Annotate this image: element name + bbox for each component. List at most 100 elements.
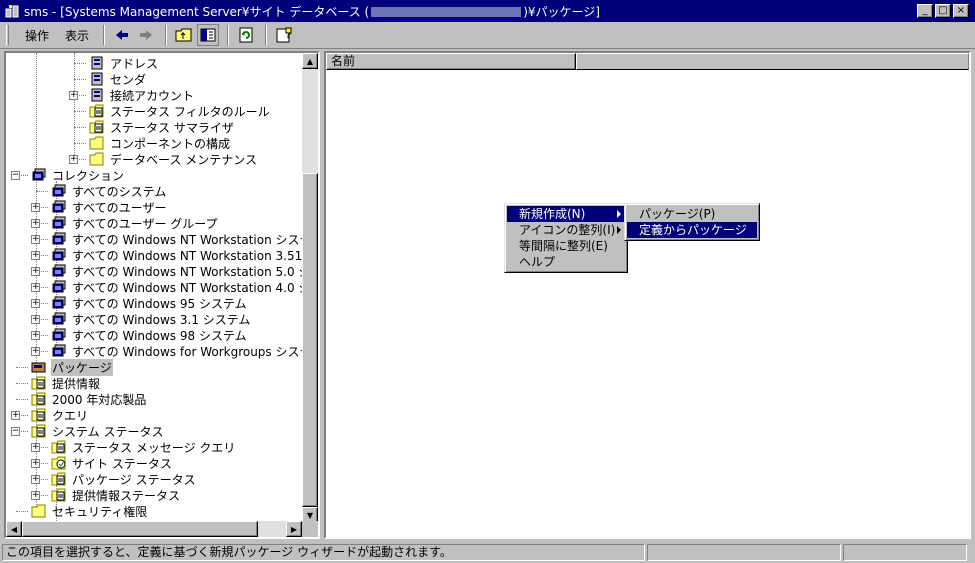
- help-icon[interactable]: ?: [273, 24, 295, 46]
- tree-item[interactable]: ステータス メッセージ クエリ: [50, 439, 236, 455]
- expand-icon[interactable]: +: [31, 315, 40, 324]
- status-query-icon: [50, 439, 68, 455]
- scroll-thumb-horizontal[interactable]: [22, 521, 258, 537]
- tree-item[interactable]: パッケージ: [30, 358, 113, 376]
- tree-item-label: すべての Windows for Workgroups システム: [72, 344, 302, 359]
- tree-item[interactable]: システム ステータス: [30, 423, 164, 439]
- status-panel-3: [843, 543, 967, 561]
- expand-icon[interactable]: +: [31, 267, 40, 276]
- status-text: この項目を選択すると、定義に基づく新規パッケージ ウィザードが起動されます。: [2, 543, 645, 561]
- tree-item-label: クエリ: [52, 408, 89, 423]
- tree-horizontal-scrollbar[interactable]: ◀ ▶: [6, 521, 302, 537]
- tree-item[interactable]: セキュリティ権限: [30, 503, 148, 519]
- tree-guide-line: [16, 367, 28, 368]
- scroll-right-button[interactable]: ▶: [286, 521, 302, 537]
- minimize-button[interactable]: _: [917, 4, 933, 18]
- expand-icon[interactable]: +: [31, 235, 40, 244]
- title-bar[interactable]: sms - [Systems Management Server¥サイト データ…: [0, 0, 975, 22]
- expand-icon[interactable]: +: [31, 283, 40, 292]
- close-button[interactable]: ×: [953, 4, 969, 18]
- tree-item[interactable]: パッケージ ステータス: [50, 471, 197, 487]
- console-tree[interactable]: アドレス センダ + 接続アカウント ステータス フィルタのルール ステータス サマライザ…: [6, 53, 302, 523]
- submenu-item-package[interactable]: パッケージ(P): [627, 206, 757, 222]
- tree-item[interactable]: ステータス フィルタのルール: [88, 103, 271, 119]
- expand-icon[interactable]: +: [31, 347, 40, 356]
- forward-arrow-icon[interactable]: [135, 24, 157, 46]
- tree-item[interactable]: すべての Windows NT Workstation 4.0 シス: [50, 279, 302, 295]
- expand-icon[interactable]: +: [69, 91, 78, 100]
- tree-item-label: セキュリティ権限: [52, 504, 148, 519]
- scroll-up-button[interactable]: ▲: [302, 53, 318, 69]
- up-folder-icon[interactable]: [173, 24, 195, 46]
- back-arrow-icon[interactable]: [111, 24, 133, 46]
- menu-item-help[interactable]: ヘルプ: [507, 254, 625, 270]
- tree-item[interactable]: サイト ステータス: [50, 455, 173, 471]
- tree-item[interactable]: すべての Windows NT Workstation システム: [50, 231, 302, 247]
- expand-icon[interactable]: +: [31, 491, 40, 500]
- tree-item[interactable]: すべての Windows for Workgroups システム: [50, 343, 302, 359]
- scroll-left-button[interactable]: ◀: [6, 521, 22, 537]
- query-icon: [30, 407, 48, 423]
- tree-item[interactable]: すべてのシステム: [50, 183, 167, 199]
- tree-item[interactable]: すべての Windows NT Workstation 3.51 シ: [50, 247, 302, 263]
- menu-item-arrange-icons[interactable]: アイコンの整列(I): [507, 222, 625, 238]
- sender-icon: [88, 71, 106, 87]
- tree-guide-line: [74, 127, 86, 128]
- tree-item[interactable]: すべてのユーザー グループ: [50, 215, 219, 231]
- tree-item[interactable]: すべての Windows 95 システム: [50, 295, 248, 311]
- tree-item[interactable]: すべてのユーザー: [50, 199, 167, 215]
- expand-icon[interactable]: +: [31, 443, 40, 452]
- submenu-arrow-icon: [617, 226, 621, 234]
- tree-item[interactable]: 接続アカウント: [88, 87, 195, 103]
- tree-item[interactable]: アドレス: [88, 55, 159, 71]
- refresh-icon[interactable]: [235, 24, 257, 46]
- site-status-icon: [50, 455, 68, 471]
- tree-item[interactable]: コンポーネントの構成: [88, 135, 231, 151]
- submenu-item-package-from-definition[interactable]: 定義からパッケージ: [627, 222, 757, 238]
- tree-vertical-scrollbar[interactable]: ▲ ▼: [302, 53, 318, 523]
- tree-guide-line: [16, 399, 28, 400]
- tree-item[interactable]: すべての Windows NT Workstation 5.0 シス: [50, 263, 302, 279]
- tree-item[interactable]: センダ: [88, 71, 147, 87]
- tree-item-label: パッケージ ステータス: [72, 472, 196, 487]
- tree-item[interactable]: 提供情報ステータス: [50, 487, 181, 503]
- summarizer-icon: [88, 119, 106, 135]
- maximize-button[interactable]: □: [935, 4, 951, 18]
- collapse-icon[interactable]: −: [11, 171, 20, 180]
- expand-icon[interactable]: +: [11, 411, 20, 420]
- tree-item-label: すべての Windows NT Workstation 4.0 シス: [72, 280, 302, 295]
- sms-app-icon[interactable]: [4, 3, 20, 19]
- tree-item[interactable]: 2000 年対応製品: [30, 391, 147, 407]
- tree-item-label: サイト ステータス: [72, 456, 172, 471]
- expand-icon[interactable]: +: [31, 459, 40, 468]
- scroll-thumb[interactable]: [302, 173, 318, 507]
- tree-item[interactable]: すべての Windows 98 システム: [50, 327, 248, 343]
- expand-icon[interactable]: +: [31, 251, 40, 260]
- expand-icon[interactable]: +: [31, 475, 40, 484]
- expand-icon[interactable]: +: [31, 331, 40, 340]
- tree-item-label: すべての Windows NT Workstation 5.0 シス: [72, 264, 302, 279]
- expand-icon[interactable]: +: [69, 155, 78, 164]
- redacted-server-name: [371, 7, 522, 17]
- collection-icon: [50, 311, 68, 327]
- expand-icon[interactable]: +: [31, 203, 40, 212]
- menu-action[interactable]: 操作: [17, 25, 57, 46]
- toolbar-grip[interactable]: [6, 25, 9, 45]
- tree-item[interactable]: コレクション: [30, 167, 125, 183]
- tree-item[interactable]: ステータス サマライザ: [88, 119, 235, 135]
- column-header-empty[interactable]: [576, 53, 969, 70]
- tree-item[interactable]: 提供情報: [30, 375, 101, 391]
- expand-icon[interactable]: +: [31, 219, 40, 228]
- column-header-name[interactable]: 名前: [326, 53, 576, 70]
- tree-pane[interactable]: アドレス センダ + 接続アカウント ステータス フィルタのルール ステータス サマライザ…: [4, 51, 320, 539]
- collapse-icon[interactable]: −: [11, 427, 20, 436]
- show-hide-tree-icon[interactable]: [197, 24, 220, 46]
- expand-icon[interactable]: +: [31, 299, 40, 308]
- menu-view[interactable]: 表示: [57, 25, 97, 46]
- tree-item[interactable]: すべての Windows 3.1 システム: [50, 311, 251, 327]
- tree-item[interactable]: データベース メンテナンス: [88, 151, 258, 167]
- menu-item-new[interactable]: 新規作成(N): [507, 206, 625, 222]
- results-pane[interactable]: 名前 新規作成(N) アイコンの整列(I) 等間隔に整列(E) ヘルプ パッケー…: [324, 51, 971, 539]
- menu-item-line-up[interactable]: 等間隔に整列(E): [507, 238, 625, 254]
- tree-item[interactable]: クエリ: [30, 407, 89, 423]
